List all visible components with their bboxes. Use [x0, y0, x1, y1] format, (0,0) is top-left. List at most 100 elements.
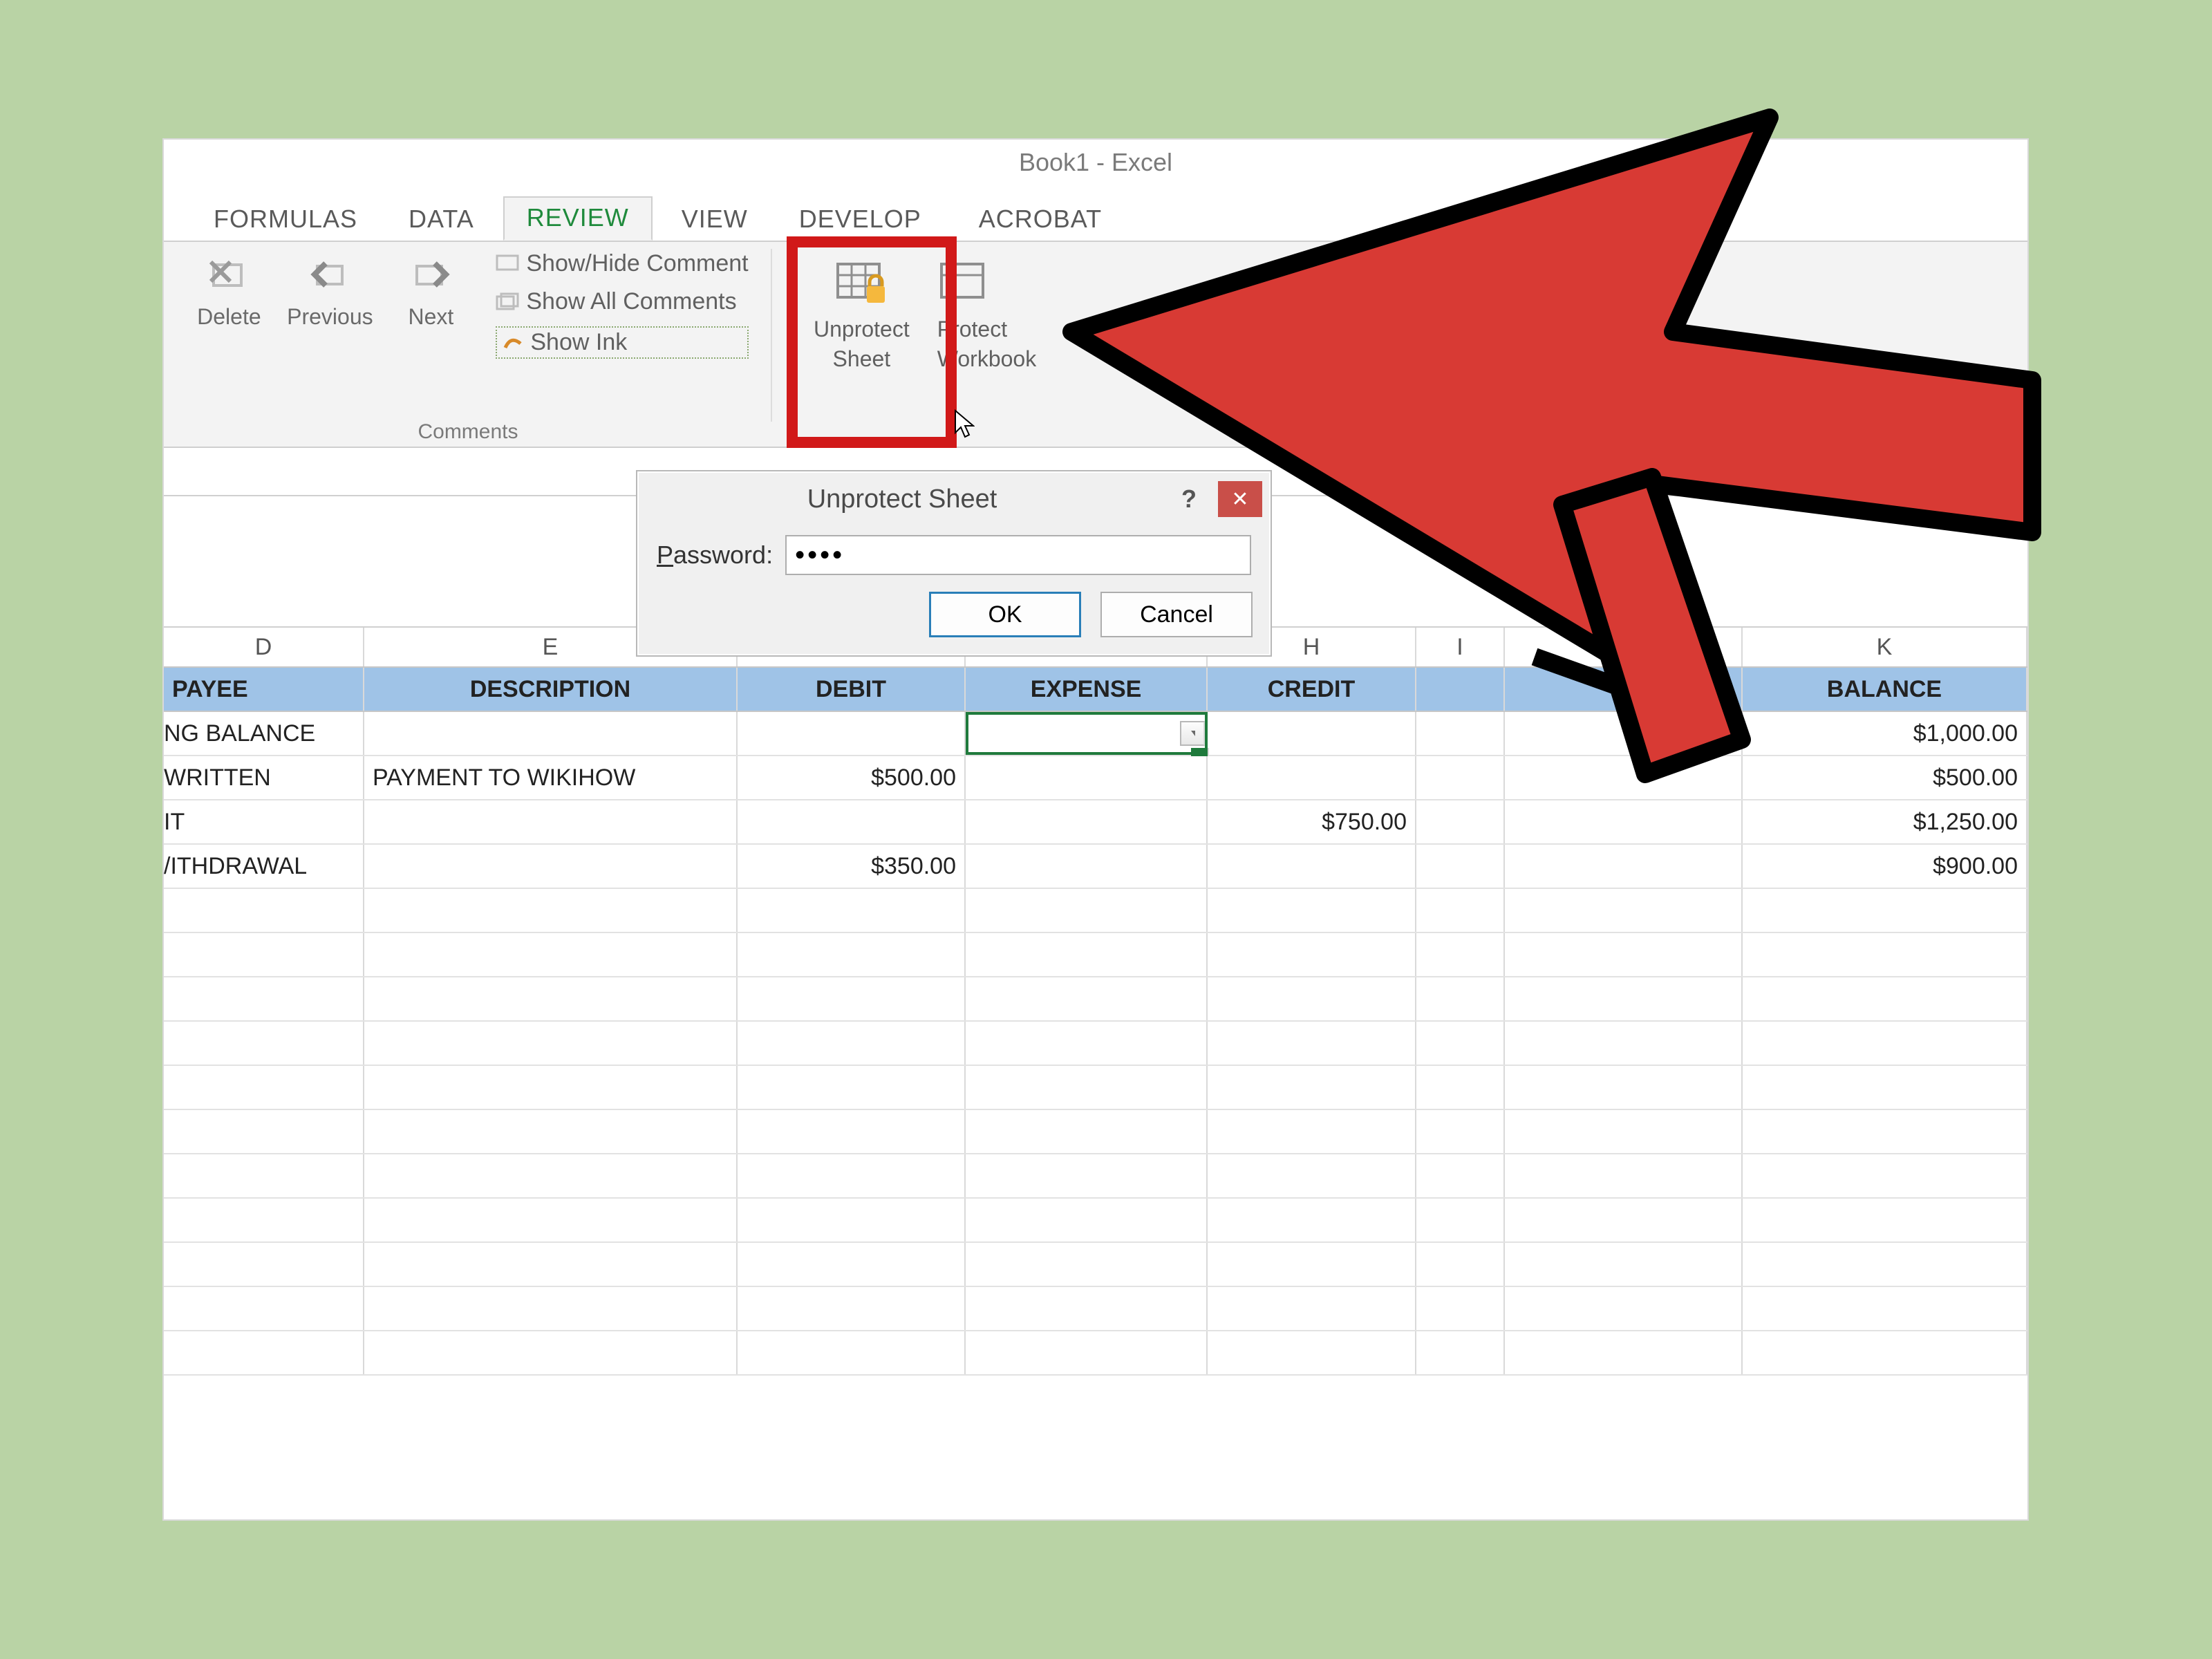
- cell[interactable]: [1505, 1110, 1743, 1153]
- cell[interactable]: [738, 1022, 966, 1065]
- cell[interactable]: [1743, 1066, 2027, 1109]
- cell[interactable]: [1416, 1154, 1505, 1197]
- show-all-comments-button[interactable]: Show All Comments: [496, 288, 748, 315]
- cell[interactable]: [164, 1331, 364, 1374]
- cell[interactable]: $900.00: [1743, 845, 2027, 888]
- cell[interactable]: [966, 1154, 1208, 1197]
- cell[interactable]: [364, 800, 738, 843]
- cell[interactable]: [1208, 1110, 1416, 1153]
- cell[interactable]: [364, 845, 738, 888]
- tab-formulas[interactable]: FORMULAS: [191, 199, 379, 241]
- cell[interactable]: [738, 1199, 966, 1241]
- cell[interactable]: [1416, 977, 1505, 1020]
- cell[interactable]: [364, 977, 738, 1020]
- cell[interactable]: [966, 889, 1208, 932]
- delete-comment-button[interactable]: Delete: [187, 250, 270, 330]
- unprotect-sheet-button[interactable]: Unprotect Sheet: [807, 250, 917, 375]
- cell[interactable]: [1416, 1331, 1505, 1374]
- cell[interactable]: [1208, 1154, 1416, 1197]
- cell[interactable]: [1505, 845, 1743, 888]
- cell[interactable]: [966, 1287, 1208, 1330]
- cell[interactable]: [364, 1022, 738, 1065]
- cell[interactable]: [966, 845, 1208, 888]
- cell[interactable]: [1208, 712, 1416, 755]
- cell[interactable]: [1208, 1243, 1416, 1286]
- password-input[interactable]: [785, 535, 1251, 575]
- cell[interactable]: [1416, 756, 1505, 799]
- cell[interactable]: [1208, 1331, 1416, 1374]
- cell[interactable]: [364, 889, 738, 932]
- cell[interactable]: [1208, 977, 1416, 1020]
- cell[interactable]: [1416, 712, 1505, 755]
- cell[interactable]: [164, 1199, 364, 1241]
- cell[interactable]: [1743, 1287, 2027, 1330]
- cell[interactable]: [1505, 889, 1743, 932]
- cell[interactable]: [966, 977, 1208, 1020]
- cell[interactable]: [1505, 977, 1743, 1020]
- cell[interactable]: [966, 1066, 1208, 1109]
- cell[interactable]: [1505, 1243, 1743, 1286]
- cell[interactable]: [164, 977, 364, 1020]
- cell[interactable]: NG BALANCE: [164, 712, 364, 755]
- cell[interactable]: [966, 1110, 1208, 1153]
- cell[interactable]: [1416, 1199, 1505, 1241]
- cell[interactable]: [1416, 889, 1505, 932]
- cell[interactable]: [738, 1110, 966, 1153]
- cell[interactable]: [738, 712, 966, 755]
- cell[interactable]: [1505, 1154, 1743, 1197]
- cell[interactable]: IT: [164, 800, 364, 843]
- cell[interactable]: [1208, 1066, 1416, 1109]
- cell[interactable]: [164, 889, 364, 932]
- cell[interactable]: WRITTEN: [164, 756, 364, 799]
- cell[interactable]: [1743, 1199, 2027, 1241]
- cell[interactable]: [738, 1154, 966, 1197]
- cell[interactable]: [1505, 756, 1743, 799]
- cell[interactable]: [1208, 845, 1416, 888]
- cell[interactable]: $500.00: [738, 756, 966, 799]
- cell[interactable]: [1505, 1287, 1743, 1330]
- show-ink-button[interactable]: Show Ink: [496, 326, 748, 359]
- cell[interactable]: [738, 977, 966, 1020]
- cell[interactable]: [1505, 800, 1743, 843]
- cell[interactable]: [1743, 889, 2027, 932]
- cell[interactable]: [1416, 800, 1505, 843]
- cell[interactable]: [1743, 1022, 2027, 1065]
- cell[interactable]: [738, 1243, 966, 1286]
- cell[interactable]: [1505, 1199, 1743, 1241]
- cell[interactable]: [1208, 1287, 1416, 1330]
- cell[interactable]: [364, 712, 738, 755]
- col-header-I[interactable]: I: [1416, 628, 1505, 666]
- cell[interactable]: [164, 1287, 364, 1330]
- cell[interactable]: [164, 1110, 364, 1153]
- cell[interactable]: [364, 933, 738, 976]
- cell[interactable]: PAYMENT TO WIKIHOW: [364, 756, 738, 799]
- cell[interactable]: $750.00: [1208, 800, 1416, 843]
- cell[interactable]: [738, 800, 966, 843]
- cell[interactable]: [738, 933, 966, 976]
- cell[interactable]: [1505, 933, 1743, 976]
- col-header-K[interactable]: K: [1743, 628, 2027, 666]
- cell[interactable]: [966, 933, 1208, 976]
- ok-button[interactable]: OK: [929, 592, 1081, 637]
- cell[interactable]: [966, 756, 1208, 799]
- next-comment-button[interactable]: Next: [389, 250, 472, 330]
- cell[interactable]: $1,000.00: [1743, 712, 2027, 755]
- cell[interactable]: [738, 1066, 966, 1109]
- cell[interactable]: [1416, 1022, 1505, 1065]
- col-header-D[interactable]: D: [164, 628, 364, 666]
- cell[interactable]: $350.00: [738, 845, 966, 888]
- filter-dropdown-button[interactable]: [1180, 721, 1205, 746]
- cell[interactable]: [966, 712, 1208, 755]
- cell[interactable]: [1208, 933, 1416, 976]
- dialog-help-button[interactable]: ?: [1167, 481, 1211, 517]
- cell[interactable]: [364, 1287, 738, 1330]
- cell[interactable]: [1743, 1243, 2027, 1286]
- cell[interactable]: [738, 1331, 966, 1374]
- col-header-J[interactable]: J: [1505, 628, 1743, 666]
- cell[interactable]: [966, 1022, 1208, 1065]
- cancel-button[interactable]: Cancel: [1100, 592, 1253, 637]
- tab-acrobat[interactable]: ACROBAT: [957, 199, 1124, 241]
- tab-data[interactable]: DATA: [386, 199, 496, 241]
- cell[interactable]: [1416, 1110, 1505, 1153]
- cell[interactable]: [364, 1243, 738, 1286]
